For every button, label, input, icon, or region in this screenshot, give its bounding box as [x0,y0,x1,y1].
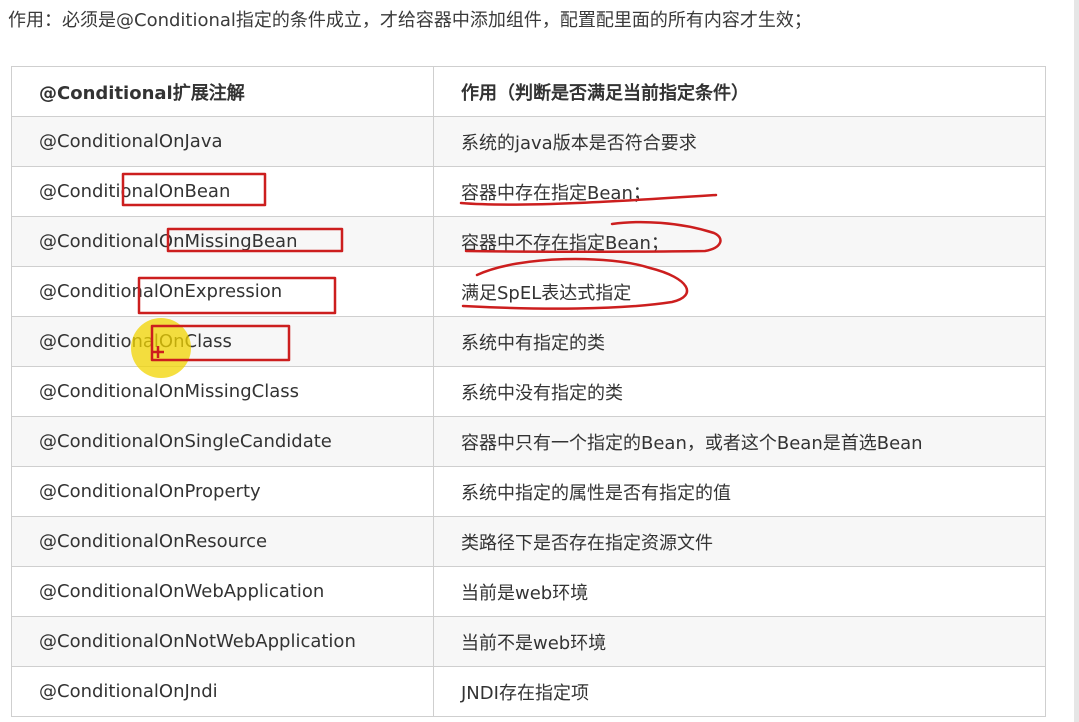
table-row: @ConditionalOnNotWebApplication 当前不是web环… [11,616,1046,667]
table-row: @ConditionalOnExpression 满足SpEL表达式指定 [11,266,1046,317]
table-row: @ConditionalOnMissingClass 系统中没有指定的类 [11,366,1046,417]
table-row: @ConditionalOnClass 系统中有指定的类 [11,316,1046,367]
table-row: @ConditionalOnSingleCandidate 容器中只有一个指定的… [11,416,1046,467]
table-row: @ConditionalOnProperty 系统中指定的属性是否有指定的值 [11,466,1046,517]
table-header-row: @Conditional扩展注解 作用（判断是否满足当前指定条件） [11,66,1046,117]
purpose-cell: 系统的java版本是否符合要求 [433,116,1046,167]
window-edge [1074,0,1079,722]
annotation-cell: @ConditionalOnMissingBean [11,216,434,267]
purpose-cell: 满足SpEL表达式指定 [433,266,1046,317]
table-row: @ConditionalOnResource 类路径下是否存在指定资源文件 [11,516,1046,567]
annotation-cell: @ConditionalOnBean [11,166,434,217]
annotation-cell: @ConditionalOnNotWebApplication [11,616,434,667]
purpose-cell: 系统中没有指定的类 [433,366,1046,417]
purpose-cell: 当前不是web环境 [433,616,1046,667]
purpose-cell: 容器中存在指定Bean； [433,166,1046,217]
conditional-annotations-table: @Conditional扩展注解 作用（判断是否满足当前指定条件） @Condi… [11,66,1046,717]
annotation-cell: @ConditionalOnProperty [11,466,434,517]
annotation-cell: @ConditionalOnClass [11,316,434,367]
annotation-cell: @ConditionalOnSingleCandidate [11,416,434,467]
annotation-cell: @ConditionalOnWebApplication [11,566,434,617]
intro-text: 作用：必须是@Conditional指定的条件成立，才给容器中添加组件，配置配里… [8,10,812,31]
table-row: @ConditionalOnJava 系统的java版本是否符合要求 [11,116,1046,167]
annotation-cell: @ConditionalOnJndi [11,666,434,717]
annotation-cell: @ConditionalOnJava [11,116,434,167]
annotation-cell: @ConditionalOnExpression [11,266,434,317]
annotation-cell: @ConditionalOnResource [11,516,434,567]
purpose-cell: 类路径下是否存在指定资源文件 [433,516,1046,567]
table-row: @ConditionalOnJndi JNDI存在指定项 [11,666,1046,717]
purpose-cell: 系统中有指定的类 [433,316,1046,367]
header-purpose: 作用（判断是否满足当前指定条件） [433,66,1046,117]
table-row: @ConditionalOnMissingBean 容器中不存在指定Bean； [11,216,1046,267]
annotation-cell: @ConditionalOnMissingClass [11,366,434,417]
header-annotation: @Conditional扩展注解 [11,66,434,117]
purpose-cell: 容器中只有一个指定的Bean，或者这个Bean是首选Bean [433,416,1046,467]
purpose-cell: 容器中不存在指定Bean； [433,216,1046,267]
purpose-cell: 当前是web环境 [433,566,1046,617]
purpose-cell: 系统中指定的属性是否有指定的值 [433,466,1046,517]
table-row: @ConditionalOnBean 容器中存在指定Bean； [11,166,1046,217]
table-row: @ConditionalOnWebApplication 当前是web环境 [11,566,1046,617]
purpose-cell: JNDI存在指定项 [433,666,1046,717]
